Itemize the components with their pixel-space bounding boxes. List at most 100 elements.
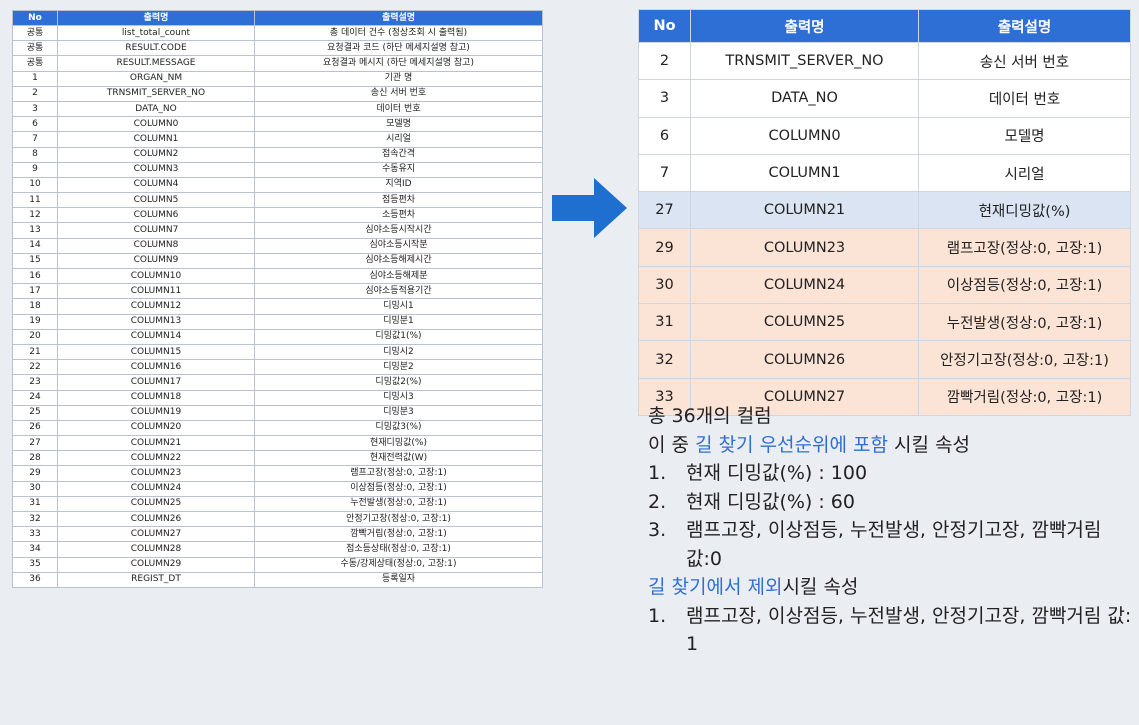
cell-output-desc: 심야소등시작시간 (254, 222, 543, 239)
cell-output-desc: 시리얼 (254, 131, 543, 148)
cell-no: 19 (12, 313, 58, 330)
cell-output-name: COLUMN23 (690, 228, 919, 267)
table-row: 12 COLUMN6 소등편차 (12, 207, 543, 224)
cell-output-name: COLUMN1 (57, 131, 255, 148)
cell-output-desc: 심야소등적용기간 (254, 283, 543, 300)
cell-no: 23 (12, 374, 58, 391)
cell-no: 36 (12, 571, 58, 588)
cell-output-desc: 요청결과 코드 (하단 메세지설명 참고) (254, 40, 543, 57)
include-heading: 이 중 길 찾기 우선순위에 포함 시킬 속성 (648, 431, 1133, 460)
cell-output-name: ORGAN_NM (57, 70, 255, 87)
cell-no: 11 (12, 192, 58, 209)
table-row: 30 COLUMN24 이상점등(정상:0, 고장:1) (12, 480, 543, 497)
table-row: 32 COLUMN26 안정기고장(정상:0, 고장:1) (12, 510, 543, 528)
cell-no: 32 (638, 340, 691, 379)
cell-no: 공통 (12, 24, 58, 42)
header-no: No (12, 10, 58, 26)
cell-output-name: COLUMN26 (690, 340, 919, 379)
cell-output-name: COLUMN1 (690, 153, 919, 193)
cell-output-name: COLUMN21 (690, 191, 919, 230)
cell-output-name: COLUMN2 (57, 146, 255, 163)
cell-output-name: COLUMN14 (57, 328, 255, 345)
cell-output-desc: 현재전력값(W) (254, 450, 543, 467)
list-item-number: 1. (648, 462, 667, 484)
cell-output-name: COLUMN24 (690, 265, 919, 305)
table-row: 26 COLUMN20 디밍값3(%) (12, 419, 543, 437)
cell-output-desc: 램프고장(정상:0, 고장:1) (254, 465, 543, 482)
include-accent: 길 찾기 우선순위에 포함 (695, 433, 888, 456)
cell-no: 21 (12, 343, 58, 361)
header-output-desc: 출력설명 (918, 9, 1131, 43)
cell-no: 27 (12, 435, 58, 452)
table-row: 7 COLUMN1 시리얼 (638, 153, 1131, 193)
cell-output-name: TRNSMIT_SERVER_NO (57, 85, 255, 102)
cell-no: 33 (12, 526, 58, 543)
cell-output-desc: 송신 서버 번호 (254, 85, 543, 102)
cell-output-desc: 지역ID (254, 176, 543, 194)
cell-output-desc: 안정기고장(정상:0, 고장:1) (918, 340, 1131, 379)
cell-output-desc: 현재디밍값(%) (918, 191, 1131, 230)
header-output-name: 출력명 (690, 9, 919, 43)
table-row: 6 COLUMN0 모델명 (638, 116, 1131, 155)
cell-output-desc: 등록일자 (254, 571, 543, 588)
cell-output-desc: 모델명 (918, 116, 1131, 155)
cell-no: 8 (12, 146, 58, 163)
cell-output-name: TRNSMIT_SERVER_NO (690, 41, 919, 81)
cell-output-name: list_total_count (57, 24, 255, 42)
table-row: 공통 RESULT.CODE 요청결과 코드 (하단 메세지설명 참고) (12, 40, 543, 57)
cell-output-name: COLUMN9 (57, 252, 255, 270)
list-item: 3. 램프고장, 이상점등, 누전발생, 안정기고장, 깜빡거림 값:0 (648, 516, 1133, 573)
cell-output-desc: 디밍값3(%) (254, 419, 543, 437)
cell-output-desc: 점등편차 (254, 192, 543, 209)
cell-output-name: COLUMN8 (57, 237, 255, 254)
cell-no: 17 (12, 283, 58, 300)
list-item: 1. 현재 디밍값(%) : 100 (648, 459, 1133, 488)
table-row: 33 COLUMN27 깜빡거림(정상:0, 고장:1) (12, 526, 543, 543)
cell-output-desc: 램프고장(정상:0, 고장:1) (918, 228, 1131, 267)
table-row: 29 COLUMN23 램프고장(정상:0, 고장:1) (638, 228, 1131, 267)
cell-output-desc: 디밍값1(%) (254, 328, 543, 345)
cell-output-desc: 모델명 (254, 116, 543, 133)
cell-output-name: COLUMN18 (57, 389, 255, 406)
cell-output-name: COLUMN15 (57, 343, 255, 361)
cell-output-name: COLUMN12 (57, 298, 255, 315)
cell-output-desc: 수동유지 (254, 161, 543, 178)
include-suffix: 시킬 속성 (887, 433, 970, 456)
list-item-number: 1. (648, 604, 667, 627)
cell-no: 32 (12, 510, 58, 528)
cell-output-desc: 데이터 번호 (254, 100, 543, 118)
cell-output-desc: 심야소등해제시간 (254, 252, 543, 270)
cell-output-name: DATA_NO (57, 100, 255, 118)
cell-output-desc: 접속간격 (254, 146, 543, 163)
cell-no: 34 (12, 541, 58, 558)
cell-no: 20 (12, 328, 58, 345)
cell-output-name: COLUMN11 (57, 283, 255, 300)
table-row: 3 DATA_NO 데이터 번호 (638, 79, 1131, 118)
selected-output-table: No 출력명 출력설명 2 TRNSMIT_SERVER_NO 송신 서버 번호 3 D… (638, 9, 1131, 416)
list-item-number: 3. (648, 519, 667, 541)
cell-output-name: COLUMN19 (57, 404, 255, 421)
cell-output-desc: 디밍시2 (254, 343, 543, 361)
cell-output-name: COLUMN5 (57, 192, 255, 209)
cell-no: 2 (638, 41, 691, 81)
table-row: 31 COLUMN25 누전발생(정상:0, 고장:1) (12, 495, 543, 513)
cell-output-name: COLUMN27 (57, 526, 255, 543)
exclude-suffix: 시킬 속성 (782, 576, 859, 598)
cell-no: 31 (12, 495, 58, 513)
cell-no: 29 (638, 228, 691, 267)
header-no: No (638, 9, 691, 43)
table-row: 1 ORGAN_NM 기관 명 (12, 70, 543, 87)
table-row: 14 COLUMN8 심야소등시작분 (12, 237, 543, 254)
list-item: 1. 램프고장, 이상점등, 누전발생, 안정기고장, 깜빡거림 값: 1 (648, 602, 1133, 659)
cell-output-name: COLUMN13 (57, 313, 255, 330)
cell-no: 9 (12, 161, 58, 178)
cell-no: 6 (12, 116, 58, 133)
table-row: 19 COLUMN13 디밍분1 (12, 313, 543, 330)
cell-output-name: COLUMN6 (57, 207, 255, 224)
cell-no: 24 (12, 389, 58, 406)
table-row: 7 COLUMN1 시리얼 (12, 131, 543, 148)
cell-output-desc: 시리얼 (918, 153, 1131, 193)
table-row: 13 COLUMN7 심야소등시작시간 (12, 222, 543, 239)
cell-no: 28 (12, 450, 58, 467)
table-row: 23 COLUMN17 디밍값2(%) (12, 374, 543, 391)
